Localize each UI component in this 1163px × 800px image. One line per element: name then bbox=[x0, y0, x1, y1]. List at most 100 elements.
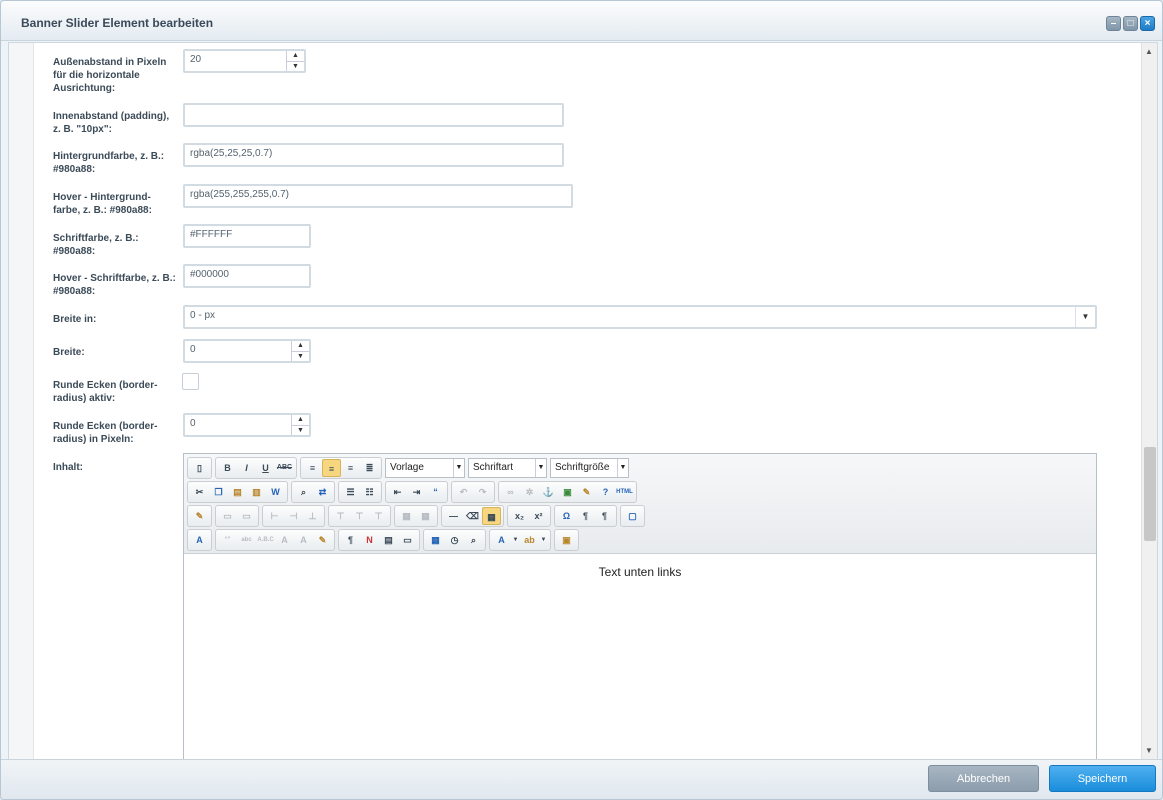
media-icon[interactable]: ▣ bbox=[557, 531, 576, 549]
horizontal-rule-icon[interactable]: — bbox=[444, 507, 463, 525]
hover-background-color-input[interactable]: rgba(255,255,255,0.7) bbox=[183, 184, 573, 208]
cut-icon[interactable]: ✂ bbox=[190, 483, 209, 501]
paste-word-icon[interactable]: W bbox=[266, 483, 285, 501]
save-button[interactable]: Speichern bbox=[1049, 765, 1156, 792]
superscript-icon[interactable]: x² bbox=[529, 507, 548, 525]
spin-up-icon[interactable]: ▲ bbox=[292, 341, 309, 351]
paste-icon[interactable]: ▤ bbox=[228, 483, 247, 501]
redo-icon[interactable]: ↷ bbox=[473, 483, 492, 501]
underline-icon[interactable]: U bbox=[256, 459, 275, 477]
format-select[interactable]: Vorlage ▼ bbox=[385, 458, 465, 478]
numbered-list-icon[interactable]: ☷ bbox=[360, 483, 379, 501]
spin-up-icon[interactable]: ▲ bbox=[292, 415, 309, 425]
strikethrough-icon[interactable]: ABC bbox=[275, 459, 294, 477]
preview-icon[interactable]: ⌕ bbox=[464, 531, 483, 549]
insert-column-after-icon[interactable]: ⊣ bbox=[284, 507, 303, 525]
remove-format-icon[interactable]: ✎ bbox=[577, 483, 596, 501]
insert-time-icon[interactable]: ◷ bbox=[445, 531, 464, 549]
paste-text-icon[interactable]: ▥ bbox=[247, 483, 266, 501]
bold-icon[interactable]: B bbox=[218, 459, 237, 477]
new-page-icon[interactable]: ▯ bbox=[190, 459, 209, 477]
abbr-icon[interactable]: abc bbox=[237, 531, 256, 549]
maximize-icon[interactable]: □ bbox=[1123, 16, 1138, 31]
minimize-icon[interactable]: – bbox=[1106, 16, 1121, 31]
table-delete-icon[interactable]: ▦ bbox=[416, 507, 435, 525]
html-source-icon[interactable]: HTML bbox=[615, 483, 634, 501]
unlink-icon[interactable]: ✲ bbox=[520, 483, 539, 501]
chevron-down-icon[interactable]: ▼ bbox=[511, 531, 520, 549]
visual-chars-icon[interactable]: ¶ bbox=[341, 531, 360, 549]
anchor-icon[interactable]: ⚓ bbox=[539, 483, 558, 501]
link-icon[interactable]: ∞ bbox=[501, 483, 520, 501]
scrollbar-thumb[interactable] bbox=[1144, 447, 1156, 541]
blockquote-icon[interactable]: “ bbox=[426, 483, 445, 501]
align-justify-icon[interactable]: ≣ bbox=[360, 459, 379, 477]
width-unit-select[interactable]: 0 - px ▼ bbox=[183, 305, 1097, 329]
dialog-window: Banner Slider Element bearbeiten – □ × A… bbox=[0, 0, 1163, 800]
font-color-input[interactable]: #FFFFFF bbox=[183, 224, 311, 248]
indent-icon[interactable]: ⇥ bbox=[407, 483, 426, 501]
split-cell-icon[interactable]: ⊤ bbox=[331, 507, 350, 525]
fullscreen-icon[interactable]: ▢ bbox=[623, 507, 642, 525]
outdent-icon[interactable]: ⇤ bbox=[388, 483, 407, 501]
bulleted-list-icon[interactable]: ☰ bbox=[341, 483, 360, 501]
hover-font-color-input[interactable]: #000000 bbox=[183, 264, 311, 288]
table-row-icon[interactable]: ▭ bbox=[218, 507, 237, 525]
editor-content[interactable]: Text unten links bbox=[184, 554, 1096, 579]
insert-column-before-icon[interactable]: ⊢ bbox=[265, 507, 284, 525]
spin-down-icon[interactable]: ▼ bbox=[287, 61, 304, 71]
edit-icon[interactable]: ✎ bbox=[190, 507, 209, 525]
cancel-button[interactable]: Abbrechen bbox=[928, 765, 1039, 792]
font-select[interactable]: Schriftart ▼ bbox=[468, 458, 547, 478]
cell-props-icon[interactable]: ⊤ bbox=[369, 507, 388, 525]
table-props-icon[interactable]: ▦ bbox=[397, 507, 416, 525]
acronym-icon[interactable]: A.B.C bbox=[256, 531, 275, 549]
attributes-icon[interactable]: ✎ bbox=[313, 531, 332, 549]
non-breaking-icon[interactable]: N bbox=[360, 531, 379, 549]
merge-cell-icon[interactable]: ⊤ bbox=[350, 507, 369, 525]
undo-icon[interactable]: ↶ bbox=[454, 483, 473, 501]
subscript-icon[interactable]: x₂ bbox=[510, 507, 529, 525]
delete-column-icon[interactable]: ⊥ bbox=[303, 507, 322, 525]
highlight-color-icon[interactable]: ab bbox=[520, 531, 539, 549]
find-icon[interactable]: ⌕ bbox=[294, 483, 313, 501]
font-size-select[interactable]: Schriftgröße ▼ bbox=[550, 458, 629, 478]
close-icon[interactable]: × bbox=[1140, 16, 1155, 31]
scroll-down-icon[interactable]: ▼ bbox=[1145, 746, 1153, 755]
font-color-icon[interactable]: A bbox=[492, 531, 511, 549]
chevron-down-icon[interactable]: ▼ bbox=[539, 531, 548, 549]
special-char-icon[interactable]: Ω bbox=[557, 507, 576, 525]
background-color-input[interactable]: rgba(25,25,25,0.7) bbox=[183, 143, 564, 167]
spin-up-icon[interactable]: ▲ bbox=[287, 51, 304, 61]
insert-date-icon[interactable]: ▦ bbox=[426, 531, 445, 549]
page-break-icon[interactable]: ▭ bbox=[398, 531, 417, 549]
table-row-delete-icon[interactable]: ▭ bbox=[237, 507, 256, 525]
align-center-icon[interactable]: ≡ bbox=[322, 459, 341, 477]
styles-icon[interactable]: A bbox=[190, 531, 209, 549]
spin-down-icon[interactable]: ▼ bbox=[292, 425, 309, 435]
image-icon[interactable]: ▣ bbox=[558, 483, 577, 501]
scroll-up-icon[interactable]: ▲ bbox=[1145, 47, 1153, 56]
ltr-icon[interactable]: ¶ bbox=[576, 507, 595, 525]
replace-icon[interactable]: ⇄ bbox=[313, 483, 332, 501]
border-radius-stepper[interactable]: 0 ▲ ▼ bbox=[183, 413, 311, 437]
padding-input[interactable] bbox=[183, 103, 564, 127]
copy-icon[interactable]: ❐ bbox=[209, 483, 228, 501]
quote-icon[interactable]: “” bbox=[218, 531, 237, 549]
help-icon[interactable]: ? bbox=[596, 483, 615, 501]
align-right-icon[interactable]: ≡ bbox=[341, 459, 360, 477]
rtl-icon[interactable]: ¶ bbox=[595, 507, 614, 525]
title-bar: Banner Slider Element bearbeiten – □ × bbox=[1, 1, 1162, 41]
border-radius-active-checkbox[interactable] bbox=[182, 373, 199, 390]
align-left-icon[interactable]: ≡ bbox=[303, 459, 322, 477]
spin-down-icon[interactable]: ▼ bbox=[292, 351, 309, 361]
vertical-scrollbar[interactable]: ▲ ▼ bbox=[1141, 43, 1157, 759]
template-icon[interactable]: ▤ bbox=[379, 531, 398, 549]
eraser-icon[interactable]: ⌫ bbox=[463, 507, 482, 525]
del-icon[interactable]: A bbox=[275, 531, 294, 549]
horizontal-margin-stepper[interactable]: 20 ▲ ▼ bbox=[183, 49, 306, 73]
ins-icon[interactable]: A bbox=[294, 531, 313, 549]
italic-icon[interactable]: I bbox=[237, 459, 256, 477]
table-icon[interactable]: ▦ bbox=[482, 507, 501, 525]
width-stepper[interactable]: 0 ▲ ▼ bbox=[183, 339, 311, 363]
